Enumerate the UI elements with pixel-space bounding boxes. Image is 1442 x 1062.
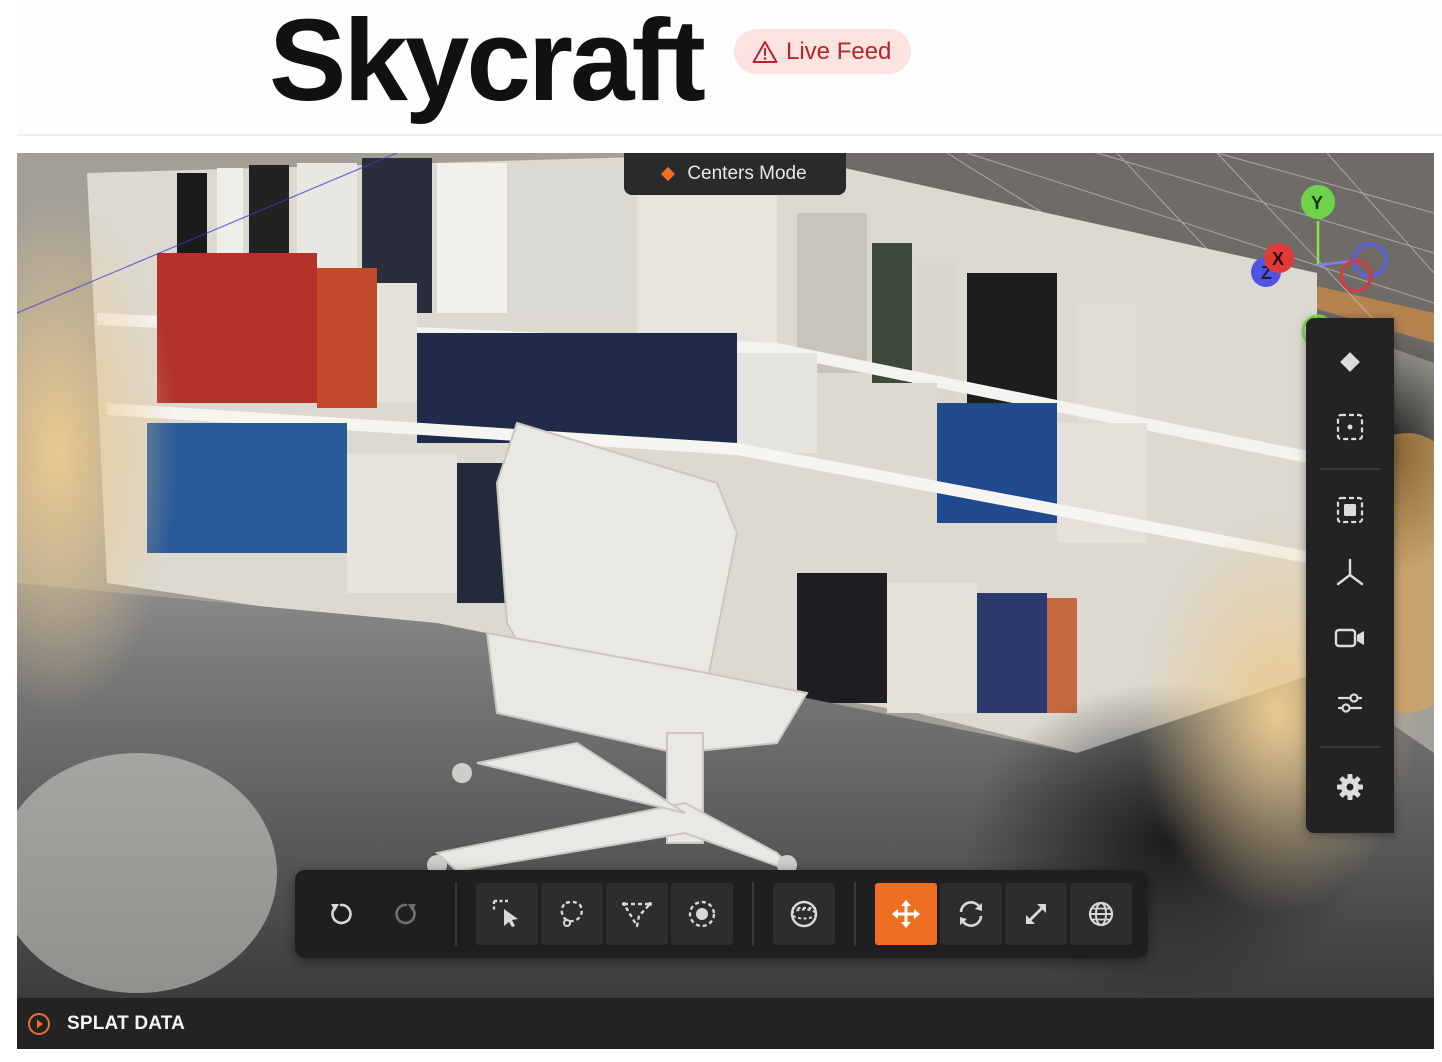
lasso-select-icon: [560, 900, 583, 927]
rotate-icon: [959, 901, 983, 927]
warning-icon: [752, 40, 778, 63]
splat-diamond-icon: [1340, 352, 1360, 372]
undo-icon: [331, 903, 352, 925]
app-header: Skycraft Live Feed: [17, 0, 1442, 136]
frame-selection-button[interactable]: [1328, 405, 1372, 449]
rect-select-button[interactable]: [476, 883, 538, 945]
expand-play-icon[interactable]: [27, 1012, 51, 1036]
splat-data-label: SPLAT DATA: [67, 1012, 186, 1034]
panel-divider: [1320, 468, 1380, 470]
splat-viewport[interactable]: Centers Mode Z X Y: [17, 153, 1434, 998]
centers-mode-indicator[interactable]: Centers Mode: [624, 153, 846, 195]
splat-diamond-button[interactable]: [1328, 340, 1372, 384]
polygon-select-icon: [622, 902, 652, 928]
panel-divider: [1320, 746, 1380, 748]
axes-icon: [1336, 558, 1364, 586]
move-button[interactable]: [875, 883, 937, 945]
polygon-select-button[interactable]: [606, 883, 668, 945]
focus-selection-button[interactable]: [1328, 488, 1372, 532]
gear-icon: [1337, 774, 1363, 800]
toolbar-divider: [854, 882, 856, 946]
bottom-toolbar: [295, 870, 1148, 958]
lasso-select-button[interactable]: [541, 883, 603, 945]
y-axis-label: Y: [1311, 193, 1323, 213]
mode-diamond-icon: [661, 166, 676, 182]
axes-button[interactable]: [1328, 551, 1372, 595]
sphere-select-button[interactable]: [773, 883, 835, 945]
mode-label: Centers Mode: [687, 163, 807, 184]
brush-select-icon: [688, 900, 716, 928]
scale-icon: [1026, 904, 1046, 924]
live-feed-label: Live Feed: [786, 37, 892, 65]
world-space-icon: [1088, 901, 1114, 927]
rotate-button[interactable]: [940, 883, 1002, 945]
brush-select-button[interactable]: [671, 883, 733, 945]
toolbar-divider: [455, 882, 457, 946]
scale-button[interactable]: [1005, 883, 1067, 945]
settings-sliders-button[interactable]: [1328, 681, 1372, 725]
right-tool-panel: [1306, 318, 1394, 833]
undo-button[interactable]: [310, 883, 372, 945]
camera-icon: [1334, 628, 1364, 648]
live-feed-badge: Live Feed: [734, 29, 912, 74]
settings-button[interactable]: [1328, 765, 1372, 809]
splat-data-panel-header[interactable]: SPLAT DATA: [17, 998, 1434, 1049]
sphere-select-icon: [790, 900, 818, 928]
frame-selection-icon: [1336, 413, 1364, 441]
world-space-button[interactable]: [1070, 883, 1132, 945]
sliders-icon: [1337, 693, 1363, 713]
x-axis-label: X: [1272, 249, 1284, 269]
redo-icon: [395, 903, 416, 925]
focus-selection-icon: [1336, 496, 1364, 524]
app-title: Skycraft: [269, 0, 706, 125]
camera-button[interactable]: [1328, 616, 1372, 660]
move-icon: [892, 900, 920, 928]
toolbar-divider: [752, 882, 754, 946]
rect-select-icon: [492, 899, 518, 927]
redo-button[interactable]: [375, 883, 437, 945]
